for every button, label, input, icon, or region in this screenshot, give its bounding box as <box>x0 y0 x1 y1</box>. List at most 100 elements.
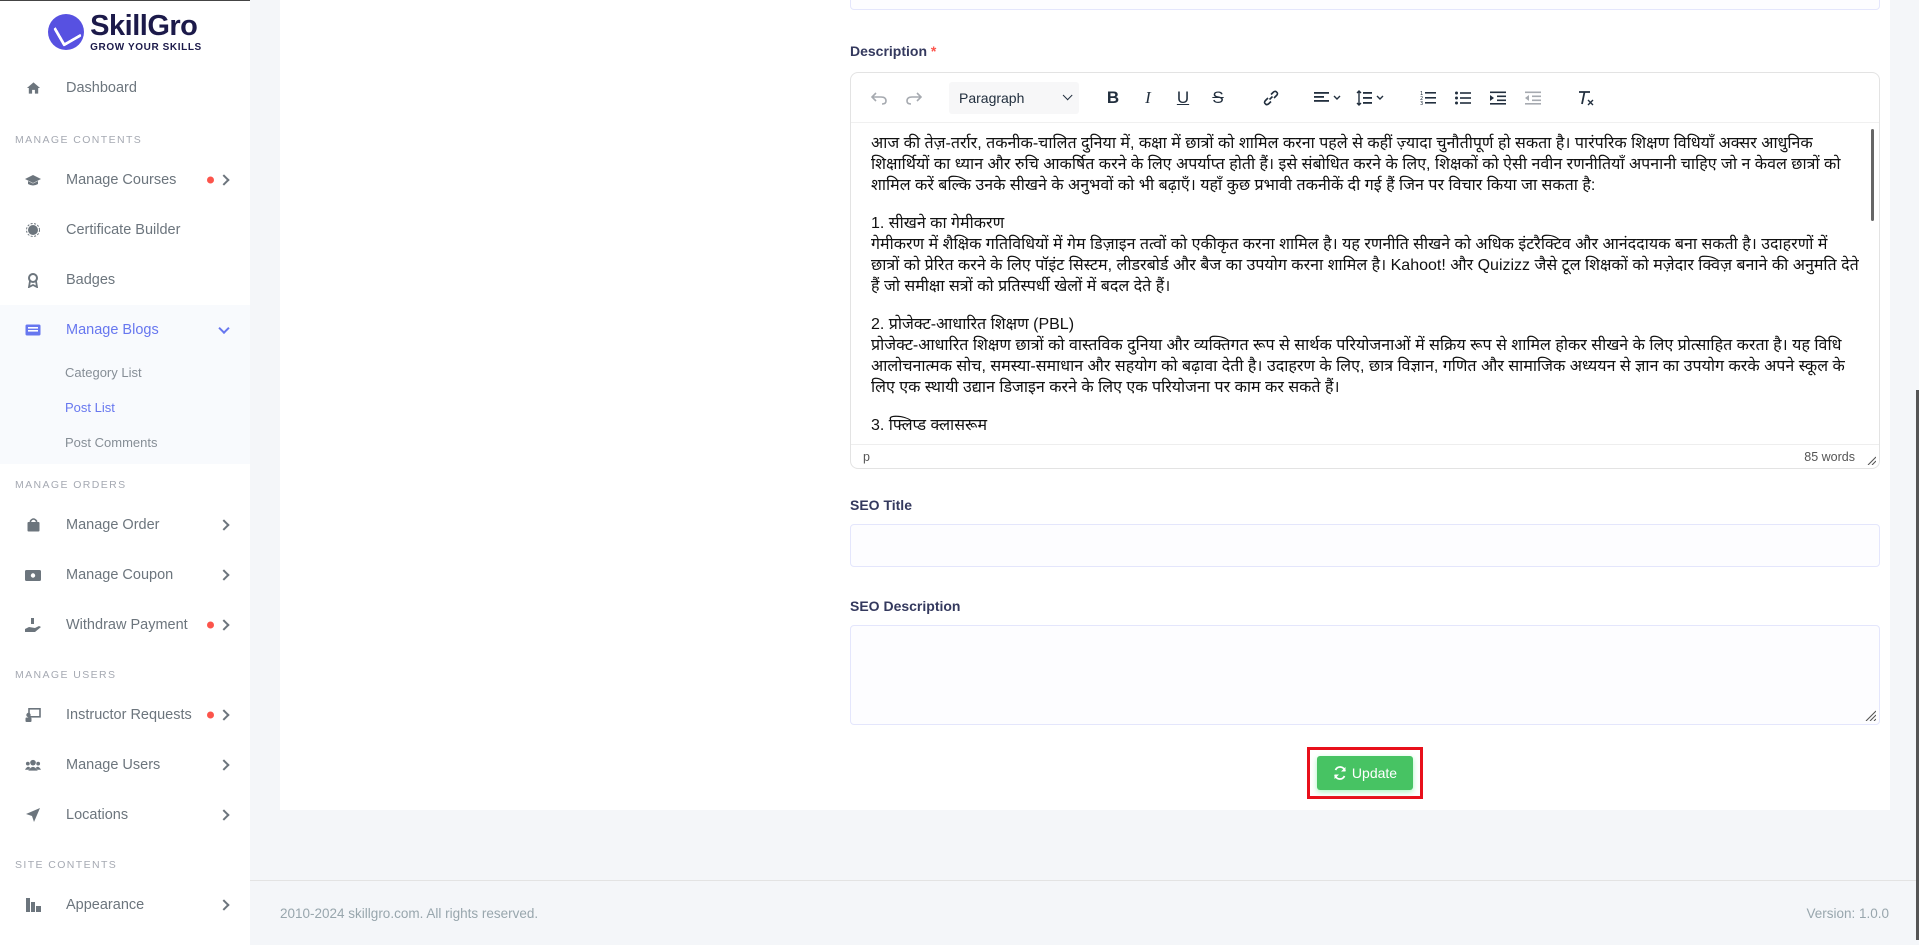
notification-dot <box>207 711 214 719</box>
previous-field-bottom[interactable] <box>850 0 1880 10</box>
underline-icon[interactable]: U <box>1167 82 1199 114</box>
undo-icon[interactable] <box>863 82 895 114</box>
section-manage-contents: MANAGE CONTENTS <box>15 134 143 146</box>
sidebar-item-label: Dashboard <box>66 80 137 96</box>
footer-version: Version: 1.0.0 <box>1806 905 1889 921</box>
element-path[interactable]: p <box>863 450 870 464</box>
award-icon <box>25 272 41 288</box>
strikethrough-icon[interactable]: S <box>1202 82 1234 114</box>
blog-submenu: Category List Post List Post Comments <box>0 355 250 464</box>
sidebar-subitem-post-list[interactable]: Post List <box>0 390 250 425</box>
sidebar-item-label: Badges <box>66 272 116 288</box>
editor-paragraph: 2. प्रोजेक्ट-आधारित शिक्षण (PBL) प्रोजेक… <box>871 316 1845 396</box>
chevron-right-icon <box>218 709 230 721</box>
sidebar-item-badges[interactable]: Badges <box>0 255 250 305</box>
sidebar-item-manage-order[interactable]: Manage Order <box>0 500 250 550</box>
editor-scrollbar[interactable] <box>1871 129 1874 221</box>
footer: 2010-2024 skillgro.com. All rights reser… <box>250 880 1919 945</box>
footer-copyright: 2010-2024 skillgro.com. All rights reser… <box>280 905 539 921</box>
indent-icon[interactable] <box>1482 82 1514 114</box>
sidebar-item-certificate-builder[interactable]: Certificate Builder <box>0 205 250 255</box>
line-height-icon[interactable] <box>1351 82 1391 114</box>
section-site-contents: SITE CONTENTS <box>15 859 118 871</box>
graduation-cap-icon <box>25 172 41 188</box>
sidebar-item-manage-courses[interactable]: Manage Courses <box>0 155 250 205</box>
sidebar-item-dashboard[interactable]: Dashboard <box>0 63 250 113</box>
word-count[interactable]: 85 words <box>1804 450 1855 464</box>
notification-dot <box>207 621 214 629</box>
section-manage-users: MANAGE USERS <box>15 669 117 681</box>
sidebar-item-label: Manage Coupon <box>66 567 174 583</box>
block-format-value: Paragraph <box>959 89 1025 106</box>
chevron-right-icon <box>218 759 230 771</box>
sidebar-item-label: Manage Order <box>66 517 160 533</box>
sidebar-item-appearance[interactable]: Appearance <box>0 880 250 930</box>
paint-brush-icon <box>25 897 41 913</box>
brand-logo[interactable]: SkillGro GROW YOUR SKILLS <box>0 1 250 63</box>
brand-name: SkillGro <box>90 9 198 42</box>
chevron-down-icon <box>1062 90 1073 101</box>
seo-title-label: SEO Title <box>850 497 912 513</box>
required-mark: * <box>930 43 937 59</box>
hand-holding-money-icon <box>25 617 41 633</box>
sidebar-item-label: Appearance <box>66 897 145 913</box>
ticket-icon <box>25 567 41 583</box>
logo-icon <box>48 14 85 50</box>
home-icon <box>25 80 41 96</box>
chalkboard-teacher-icon <box>25 707 41 723</box>
outdent-icon[interactable] <box>1517 82 1549 114</box>
editor-statusbar: p 85 words <box>851 444 1879 468</box>
shopping-bag-icon <box>25 517 41 533</box>
chevron-right-icon <box>218 899 230 911</box>
certificate-icon <box>25 222 41 238</box>
chevron-right-icon <box>218 174 230 186</box>
seo-description-label: SEO Description <box>850 598 961 614</box>
sidebar-item-manage-coupon[interactable]: Manage Coupon <box>0 550 250 600</box>
block-format-select[interactable]: Paragraph <box>949 81 1079 114</box>
users-icon <box>25 757 41 773</box>
newspaper-icon <box>25 322 41 338</box>
sidebar-item-label: Withdraw Payment <box>66 617 188 633</box>
sidebar-subitem-post-comments[interactable]: Post Comments <box>0 425 250 460</box>
editor-paragraph: 3. फ्लिप्ड क्लासरूम <box>871 417 988 434</box>
sidebar-item-label: Certificate Builder <box>66 222 181 238</box>
clear-formatting-icon[interactable] <box>1570 82 1602 114</box>
brand-tagline: GROW YOUR SKILLS <box>90 41 202 53</box>
seo-description-textarea[interactable] <box>850 625 1880 725</box>
italic-icon[interactable]: I <box>1132 82 1164 114</box>
sidebar-item-label: Manage Users <box>66 757 161 773</box>
description-label: Description * <box>850 43 937 59</box>
sync-icon <box>1334 766 1346 780</box>
editor-content-area[interactable]: आज की तेज़-तर्रार, तकनीक-चालित दुनिया मे… <box>851 123 1879 445</box>
blog-edit-card: Description * Paragraph B I U S 1 2 3 आज… <box>280 0 1890 810</box>
sidebar-item-label: Locations <box>66 807 129 823</box>
editor-paragraph: 1. सीखने का गेमीकरण गेमीकरण में शैक्षिक … <box>871 215 1859 295</box>
resize-handle-icon[interactable] <box>1867 456 1876 465</box>
sidebar-item-manage-users[interactable]: Manage Users <box>0 740 250 790</box>
bold-icon[interactable]: B <box>1097 82 1129 114</box>
notification-dot <box>207 176 214 184</box>
chevron-down-icon <box>218 322 230 335</box>
svg-text:3: 3 <box>1420 101 1423 105</box>
sidebar: SkillGro GROW YOUR SKILLS Dashboard MANA… <box>0 0 250 945</box>
bullet-list-icon[interactable] <box>1447 82 1479 114</box>
chevron-right-icon <box>218 569 230 581</box>
update-button[interactable]: Update <box>1317 756 1413 790</box>
sidebar-item-withdraw-payment[interactable]: Withdraw Payment <box>0 600 250 650</box>
sidebar-item-locations[interactable]: Locations <box>0 790 250 840</box>
sidebar-item-instructor-requests[interactable]: Instructor Requests <box>0 690 250 740</box>
chevron-right-icon <box>218 809 230 821</box>
chevron-right-icon <box>218 619 230 631</box>
sidebar-item-manage-blogs[interactable]: Manage Blogs <box>0 305 250 355</box>
seo-title-input[interactable] <box>850 524 1880 567</box>
sidebar-item-label: Manage Courses <box>66 172 177 188</box>
align-left-icon[interactable] <box>1308 82 1348 114</box>
sidebar-item-label: Manage Blogs <box>66 322 159 338</box>
sidebar-subitem-category-list[interactable]: Category List <box>0 355 250 390</box>
description-rich-text-editor[interactable]: Paragraph B I U S 123 आज की तेज़-तर्रार,… <box>850 72 1880 469</box>
numbered-list-icon[interactable]: 123 <box>1412 82 1444 114</box>
editor-toolbar: Paragraph B I U S 123 <box>851 73 1879 123</box>
link-icon[interactable] <box>1255 82 1287 114</box>
resize-handle-icon[interactable] <box>1864 709 1876 721</box>
redo-icon[interactable] <box>898 82 930 114</box>
